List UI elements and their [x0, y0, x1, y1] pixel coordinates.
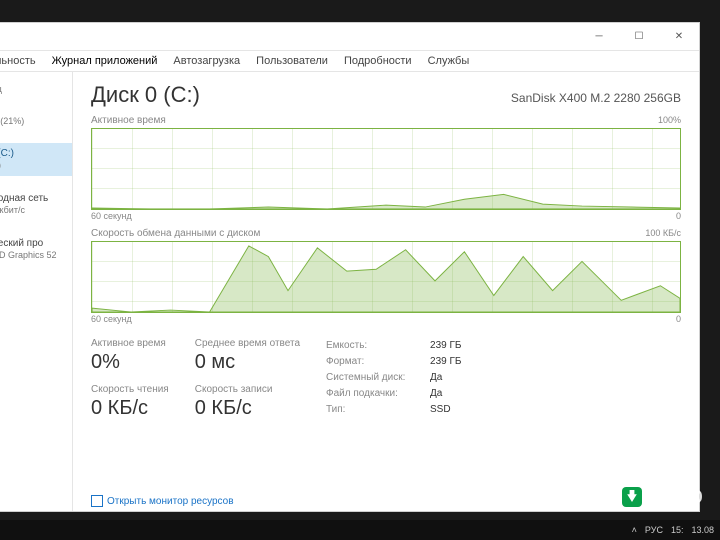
tray-lang[interactable]: РУС	[645, 525, 663, 535]
transfer-graph-box: Скорость обмена данными с диском 100 КБ/…	[91, 227, 681, 324]
stat-col-2: Среднее время ответа 0 мс Скорость запис…	[195, 338, 300, 420]
tab-app-history[interactable]: Журнал приложений	[44, 51, 166, 71]
tab-strip: льность Журнал приложений Автозагрузка П…	[0, 51, 699, 72]
main-panel: Диск 0 (C:) SanDisk X400 M.2 2280 256GB …	[73, 72, 699, 511]
graph1-label: Активное время	[91, 115, 166, 126]
avito-icon	[622, 487, 642, 507]
info-formatted-k: Формат:	[326, 354, 416, 370]
task-manager-window: ─ ☐ ✕ льность Журнал приложений Автозагр…	[0, 22, 700, 512]
stat-active: Активное время 0%	[91, 338, 169, 374]
graph2-min: 0	[676, 314, 681, 324]
stat-write-value: 0 КБ/с	[195, 397, 300, 420]
stats-row: Активное время 0% Скорость чтения 0 КБ/с…	[91, 338, 681, 420]
info-type-v: SSD	[430, 402, 451, 418]
graph1-max: 100%	[658, 115, 681, 128]
info-type: Тип: SSD	[326, 402, 461, 418]
active-time-sparkline	[92, 129, 680, 209]
taskbar[interactable]: ˄ РУС 15: 13.08	[0, 520, 720, 540]
graph1-min: 0	[676, 211, 681, 221]
stat-write-label: Скорость записи	[195, 384, 300, 395]
sidebar-net-title: оводная сеть	[0, 192, 66, 205]
info-table: Емкость: 239 ГБ Формат: 239 ГБ Системный…	[326, 338, 461, 420]
sidebar: ГГц ГБ (21%) 0 (C:) С:) оводная сеть : 0…	[0, 72, 73, 511]
stat-write: Скорость записи 0 КБ/с	[195, 384, 300, 420]
info-formatted: Формат: 239 ГБ	[326, 354, 461, 370]
tab-startup[interactable]: Автозагрузка	[165, 51, 248, 71]
close-button[interactable]: ✕	[659, 23, 699, 51]
open-resource-monitor-link[interactable]: Открыть монитор ресурсов	[91, 489, 681, 507]
info-system-v: Да	[430, 370, 442, 386]
avito-text: Avito	[646, 482, 704, 509]
sidebar-item-cpu[interactable]: ГГц	[0, 80, 72, 100]
maximize-button[interactable]: ☐	[619, 23, 659, 51]
stat-active-value: 0%	[91, 351, 169, 374]
graph2-xlabel: 60 секунд	[91, 314, 132, 324]
graph2-max: 100 КБ/с	[645, 228, 681, 241]
active-time-chart	[91, 128, 681, 210]
graph1-xlabel: 60 секунд	[91, 211, 132, 221]
sidebar-net-sub: : 0 кбит/с	[0, 205, 66, 217]
active-time-graph-box: Активное время 100% 60 секунд 0	[91, 114, 681, 221]
stat-response: Среднее время ответа 0 мс	[195, 338, 300, 374]
sidebar-disk-title: 0 (C:)	[0, 147, 66, 160]
graph2-label: Скорость обмена данными с диском	[91, 228, 260, 239]
resource-monitor-label: Открыть монитор ресурсов	[107, 496, 234, 507]
stat-read: Скорость чтения 0 КБ/с	[91, 384, 169, 420]
sidebar-item-gpu[interactable]: ический про ) HD Graphics 52	[0, 233, 72, 266]
sidebar-gpu-sub: ) HD Graphics 52	[0, 250, 66, 262]
content-area: ГГц ГБ (21%) 0 (C:) С:) оводная сеть : 0…	[0, 72, 699, 511]
sidebar-mem-sub: ГБ (21%)	[0, 116, 66, 128]
avito-watermark: Avito	[622, 482, 704, 510]
stat-read-label: Скорость чтения	[91, 384, 169, 395]
info-formatted-v: 239 ГБ	[430, 354, 461, 370]
sidebar-cpu-sub: ГГц	[0, 84, 66, 96]
transfer-sparkline	[92, 242, 680, 312]
transfer-rate-chart	[91, 241, 681, 313]
disk-title: Диск 0 (C:)	[91, 82, 200, 108]
info-type-k: Тип:	[326, 402, 416, 418]
system-tray[interactable]: ˄ РУС 15: 13.08	[632, 525, 714, 535]
info-capacity-v: 239 ГБ	[430, 338, 461, 354]
sidebar-gpu-title: ический про	[0, 237, 66, 250]
stat-col-1: Активное время 0% Скорость чтения 0 КБ/с	[91, 338, 169, 420]
info-pagefile-v: Да	[430, 386, 442, 402]
stat-read-value: 0 КБ/с	[91, 397, 169, 420]
info-system-k: Системный диск:	[326, 370, 416, 386]
stat-active-label: Активное время	[91, 338, 169, 349]
tray-chevron-icon[interactable]: ˄	[632, 525, 637, 535]
tray-time[interactable]: 15:	[671, 525, 684, 535]
tab-services[interactable]: Службы	[420, 51, 478, 71]
stat-response-label: Среднее время ответа	[195, 338, 300, 349]
stat-response-value: 0 мс	[195, 351, 300, 374]
tab-details[interactable]: Подробности	[336, 51, 420, 71]
info-pagefile-k: Файл подкачки:	[326, 386, 416, 402]
tab-performance[interactable]: льность	[0, 51, 44, 71]
titlebar: ─ ☐ ✕	[0, 23, 699, 51]
info-capacity: Емкость: 239 ГБ	[326, 338, 461, 354]
minimize-button[interactable]: ─	[579, 23, 619, 51]
resource-monitor-icon	[91, 495, 103, 507]
info-system: Системный диск: Да	[326, 370, 461, 386]
sidebar-item-network[interactable]: оводная сеть : 0 кбит/с	[0, 188, 72, 221]
sidebar-disk-sub: С:)	[0, 160, 66, 172]
sidebar-item-disk[interactable]: 0 (C:) С:)	[0, 143, 72, 176]
disk-model: SanDisk X400 M.2 2280 256GB	[511, 91, 681, 105]
info-capacity-k: Емкость:	[326, 338, 416, 354]
tray-date[interactable]: 13.08	[691, 525, 714, 535]
tab-users[interactable]: Пользователи	[248, 51, 336, 71]
sidebar-item-memory[interactable]: ГБ (21%)	[0, 112, 72, 132]
disk-header: Диск 0 (C:) SanDisk X400 M.2 2280 256GB	[91, 82, 681, 108]
info-pagefile: Файл подкачки: Да	[326, 386, 461, 402]
